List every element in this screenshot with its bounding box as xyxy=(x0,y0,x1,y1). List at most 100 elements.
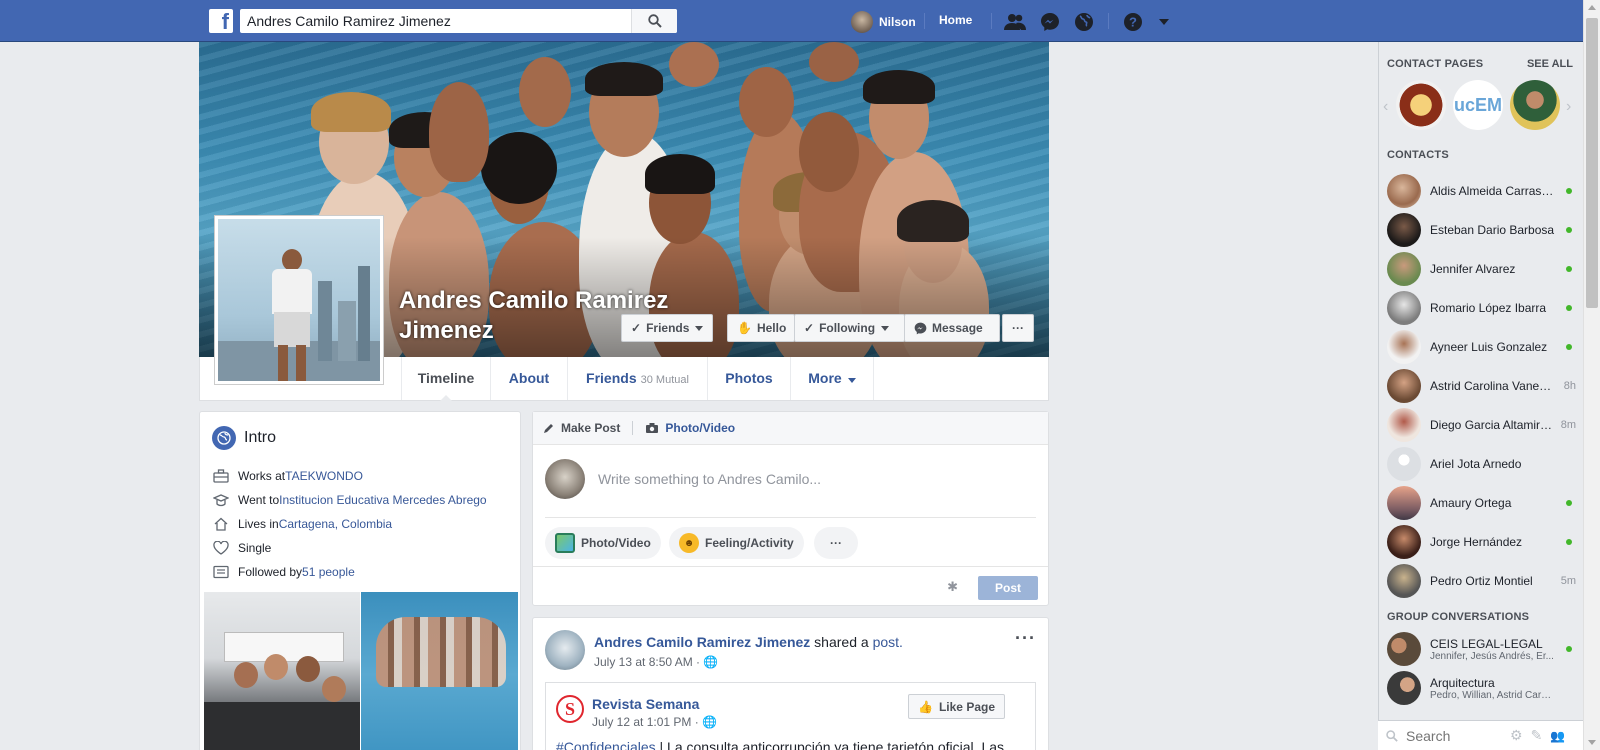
search-input[interactable] xyxy=(240,10,631,32)
svg-text:?: ? xyxy=(1129,15,1137,30)
contact-item[interactable]: Astrid Carolina Vanegas 8h xyxy=(1387,368,1582,404)
post-text-input[interactable]: Write something to Andres Camilo... xyxy=(598,471,821,487)
contact-item[interactable]: Ariel Jota Arnedo xyxy=(1387,446,1582,482)
shared-post-body: | La consulta anticorrupción ya tiene ta… xyxy=(655,739,1005,750)
contact-item[interactable]: Esteban Dario Barbosa xyxy=(1387,212,1582,248)
revista-semana-logo[interactable]: S xyxy=(556,695,584,723)
chevron-right-icon[interactable]: › xyxy=(1566,98,1571,116)
profile-picture[interactable] xyxy=(214,215,384,385)
help-button[interactable]: ? xyxy=(1122,11,1144,33)
shared-post-link[interactable]: post. xyxy=(873,634,903,650)
tab-timeline[interactable]: Timeline xyxy=(402,357,491,401)
post-author-avatar[interactable] xyxy=(545,630,585,670)
contact-page-avatar[interactable]: ucEM xyxy=(1453,80,1503,130)
contact-page-avatar[interactable] xyxy=(1510,80,1560,130)
photo-icon xyxy=(555,533,575,553)
more-dots-icon: ··· xyxy=(1012,321,1024,335)
divider xyxy=(924,13,925,29)
home-link[interactable]: Home xyxy=(939,13,972,27)
more-dots-icon: ··· xyxy=(830,536,842,550)
post-options-button[interactable]: ··· xyxy=(1015,628,1036,649)
like-page-button[interactable]: 👍 Like Page xyxy=(908,694,1005,719)
notifications-button[interactable] xyxy=(1073,11,1095,33)
camera-icon xyxy=(646,423,659,433)
scroll-up-arrow-icon[interactable] xyxy=(1588,5,1596,10)
intro-work-link[interactable]: TAEKWONDO xyxy=(285,469,363,483)
group-conversation-item[interactable]: CEIS LEGAL-LEGAL Jennifer, Jesús Andrés, … xyxy=(1387,631,1582,667)
contact-avatar xyxy=(1387,369,1421,403)
online-indicator xyxy=(1566,266,1572,272)
tab-about[interactable]: About xyxy=(491,357,568,400)
search-icon xyxy=(1386,729,1398,742)
photo-video-tab[interactable]: Photo/Video xyxy=(645,421,735,435)
intro-location-link[interactable]: Cartagena, Colombia xyxy=(279,517,392,531)
post-time[interactable]: July 13 at 8:50 AM · xyxy=(594,655,703,669)
contact-item[interactable]: Pedro Ortiz Montiel 5m xyxy=(1387,563,1582,599)
hashtag-link[interactable]: #Confidenciales xyxy=(556,739,656,750)
tab-friends[interactable]: Friends 30 Mutual xyxy=(568,357,708,400)
page-scrollbar[interactable] xyxy=(1583,0,1600,750)
person-shirt xyxy=(272,269,312,314)
cover-person-hair xyxy=(863,70,935,104)
profile-picture-image xyxy=(218,219,380,381)
message-button[interactable]: Message xyxy=(904,314,1000,342)
make-post-tab[interactable]: Make Post xyxy=(543,421,620,435)
contact-item[interactable]: Diego Garcia Altamiranda 8m xyxy=(1387,407,1582,443)
chat-search-input[interactable] xyxy=(1406,727,1506,744)
like-page-label: Like Page xyxy=(938,699,995,714)
intro-followers-link[interactable]: 51 people xyxy=(302,565,355,579)
intro-photo[interactable] xyxy=(361,592,518,750)
contact-page-avatar[interactable] xyxy=(1396,80,1446,130)
contact-item[interactable]: Jorge Hernández xyxy=(1387,524,1582,560)
account-menu-button[interactable] xyxy=(1153,11,1175,33)
contact-item[interactable]: Romario López Ibarra xyxy=(1387,290,1582,326)
shared-page-name[interactable]: Revista Semana xyxy=(592,696,699,712)
friends-button[interactable]: ✓ Friends xyxy=(621,314,713,342)
following-button[interactable]: ✓ Following xyxy=(794,314,905,342)
shared-post-time[interactable]: July 12 at 1:01 PM · xyxy=(592,715,702,729)
contact-item[interactable]: Ayneer Luis Gonzalez xyxy=(1387,329,1582,365)
intro-photo[interactable] xyxy=(204,592,360,750)
contact-avatar xyxy=(1387,174,1421,208)
post-header: Andres Camilo Ramirez Jimenez shared a p… xyxy=(594,634,903,650)
photo-video-pill[interactable]: Photo/Video xyxy=(545,527,661,559)
feed-post: Andres Camilo Ramirez Jimenez shared a p… xyxy=(532,617,1049,750)
search-button[interactable] xyxy=(631,9,677,33)
see-all-link[interactable]: SEE ALL xyxy=(1527,58,1573,70)
tab-photos[interactable]: Photos xyxy=(708,357,791,400)
scrollbar-thumb[interactable] xyxy=(1586,18,1598,308)
contact-name: Romario López Ibarra xyxy=(1430,301,1547,315)
online-indicator xyxy=(1566,500,1572,506)
composer-tabs: Make Post Photo/Video xyxy=(533,412,1048,445)
settings-gear-icon[interactable]: ✱ xyxy=(947,579,958,595)
chevron-left-icon[interactable]: ‹ xyxy=(1383,98,1388,116)
feeling-activity-pill[interactable]: ☻ Feeling/Activity xyxy=(669,527,804,559)
contact-item[interactable]: Aldis Almeida Carrascal xyxy=(1387,173,1582,209)
intro-education-link[interactable]: Institucion Educativa Mercedes Abrego xyxy=(279,493,486,507)
new-message-icon[interactable]: ✎ xyxy=(1531,727,1543,744)
group-conversation-item[interactable]: Arquitectura Pedro, Willian, Astrid Carol… xyxy=(1387,670,1582,706)
contact-name: Pedro Ortiz Montiel xyxy=(1430,574,1533,588)
person-head xyxy=(264,654,288,680)
last-active-time: 5m xyxy=(1560,575,1576,587)
facebook-logo[interactable]: f xyxy=(209,9,233,33)
post-button[interactable]: Post xyxy=(978,576,1038,600)
settings-gear-icon[interactable]: ⚙ xyxy=(1510,727,1523,744)
post-author-name[interactable]: Andres Camilo Ramirez Jimenez xyxy=(594,634,810,650)
scroll-down-arrow-icon[interactable] xyxy=(1588,740,1596,745)
tab-more[interactable]: More xyxy=(791,357,874,400)
messenger-button[interactable] xyxy=(1039,11,1061,33)
online-indicator xyxy=(1566,539,1572,545)
create-group-icon[interactable]: 👥 xyxy=(1550,729,1565,743)
top-navigation-bar: f Nilson Home ? xyxy=(0,0,1600,42)
friend-requests-button[interactable] xyxy=(1004,11,1026,33)
profile-link[interactable]: Nilson xyxy=(851,11,916,33)
hello-button[interactable]: ✋ Hello xyxy=(727,314,795,342)
more-options-button[interactable]: ··· xyxy=(1002,314,1034,342)
contact-avatar xyxy=(1387,252,1421,286)
contact-item[interactable]: Amaury Ortega xyxy=(1387,485,1582,521)
more-composer-options[interactable]: ··· xyxy=(814,527,858,559)
building xyxy=(358,266,370,361)
contact-item[interactable]: Jennifer Alvarez xyxy=(1387,251,1582,287)
intro-followers-prefix: Followed by xyxy=(238,565,303,579)
